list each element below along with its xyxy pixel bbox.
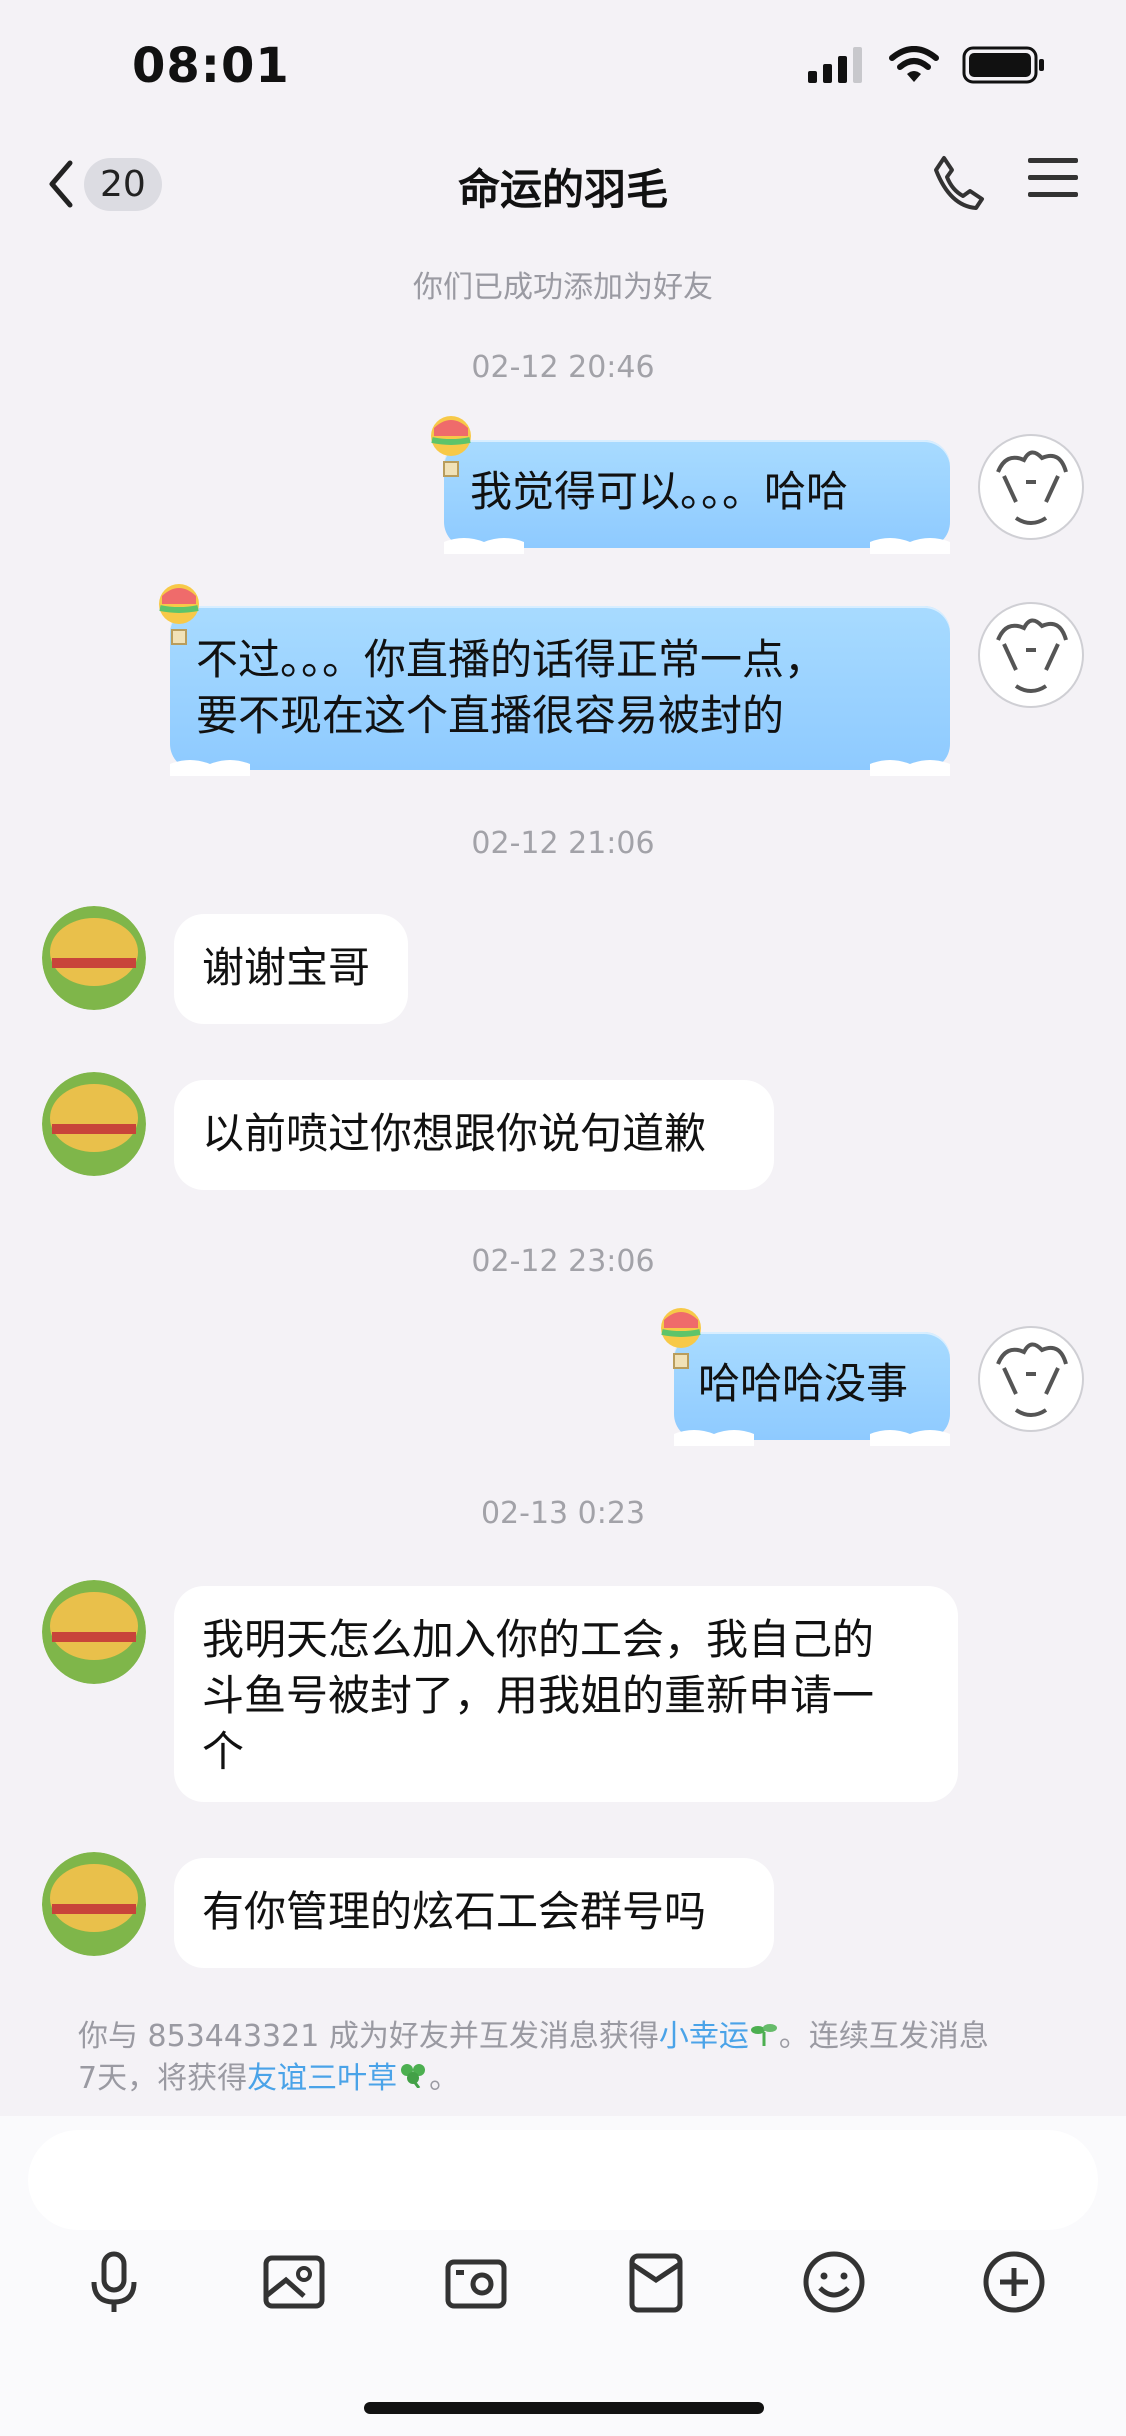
message-bubble-outgoing[interactable]: 哈哈哈没事 (674, 1332, 950, 1446)
timestamp: 02-12 23:06 (471, 1244, 655, 1279)
message-bubble-incoming[interactable]: 我明天怎么加入你的工会，我自己的 斗鱼号被封了，用我姐的重新申请一 个 (174, 1586, 958, 1802)
message-input[interactable] (28, 2130, 1098, 2230)
emoji-icon[interactable] (798, 2246, 870, 2318)
message-text: 以前喷过你想跟你说句道歉 (202, 1109, 707, 1158)
balloon-icon (159, 584, 199, 645)
contact-avatar[interactable] (42, 906, 146, 1010)
cloud-decoration (674, 1430, 950, 1446)
message-bubble-incoming[interactable]: 谢谢宝哥 (174, 914, 408, 1024)
message-text-line: 我明天怎么加入你的工会，我自己的 (202, 1615, 875, 1664)
message-text-line: 不过。。。你直播的话得正常一点， (196, 635, 827, 684)
plus-icon[interactable] (978, 2246, 1050, 2318)
clover-link[interactable]: 友谊三叶草 (247, 2061, 397, 2096)
wifi-icon (889, 46, 939, 82)
timestamp: 02-12 20:46 (471, 350, 655, 385)
my-avatar[interactable] (976, 1324, 1086, 1434)
message-text-line: 斗鱼号被封了，用我姐的重新申请一 (202, 1671, 875, 1720)
contact-avatar[interactable] (42, 1072, 146, 1176)
home-indicator[interactable] (364, 2402, 764, 2414)
menu-icon[interactable] (1028, 156, 1078, 200)
image-icon[interactable] (258, 2246, 330, 2318)
message-bubble-incoming[interactable]: 以前喷过你想跟你说句道歉 (174, 1080, 774, 1190)
camera-icon[interactable] (440, 2246, 512, 2318)
contact-avatar[interactable] (42, 1580, 146, 1684)
cloud-decoration (444, 538, 950, 554)
microphone-icon[interactable] (78, 2246, 150, 2318)
notice-text: 7天，将获得 (78, 2061, 248, 2096)
notice-text: 。 (429, 2061, 460, 2096)
message-bubble-incoming[interactable]: 有你管理的炫石工会群号吗 (174, 1858, 774, 1968)
contact-avatar[interactable] (42, 1852, 146, 1956)
input-toolbar (0, 2246, 1126, 2336)
message-text-line: 要不现在这个直播很容易被封的 (196, 691, 785, 740)
my-avatar[interactable] (976, 432, 1086, 542)
message-text-line: 个 (202, 1727, 245, 1776)
signal-icon (808, 47, 862, 83)
phone-icon[interactable] (930, 152, 986, 212)
message-text: 有你管理的炫石工会群号吗 (202, 1887, 707, 1936)
my-avatar[interactable] (976, 600, 1086, 710)
nav-bar: 20 命运的羽毛 (0, 130, 1126, 240)
message-text: 我觉得可以。。。哈哈 (470, 467, 849, 516)
balloon-icon (661, 1308, 701, 1369)
red-packet-icon[interactable] (620, 2246, 692, 2318)
cloud-decoration (170, 760, 950, 776)
message-text: 谢谢宝哥 (202, 943, 371, 992)
battery-icon (962, 46, 1044, 84)
message-bubble-outgoing[interactable]: 我觉得可以。。。哈哈 (444, 440, 950, 554)
timestamp: 02-12 21:06 (471, 826, 655, 861)
notice-text: 。连续互发消息 (778, 2019, 989, 2054)
clover-icon (401, 2064, 426, 2089)
message-text: 哈哈哈没事 (698, 1359, 909, 1408)
sprout-icon (750, 2024, 777, 2046)
status-bar: 08:01 (0, 0, 1126, 130)
system-message: 你们已成功添加为好友 (413, 270, 713, 305)
status-time: 08:01 (132, 38, 290, 94)
timestamp: 02-13 0:23 (480, 1496, 646, 1531)
status-icons (808, 46, 1046, 84)
lucky-link[interactable]: 小幸运 (659, 2019, 749, 2054)
input-area (0, 2116, 1126, 2436)
message-bubble-outgoing[interactable]: 不过。。。你直播的话得正常一点， 要不现在这个直播很容易被封的 (170, 606, 950, 776)
friendship-notice: 你与 853443321 成为好友并互发消息获得小幸运 。连续互发消息 7天，将获得… (78, 2016, 1058, 2100)
balloon-icon (431, 416, 471, 477)
notice-text: 你与 853443321 成为好友并互发消息获得 (78, 2019, 659, 2054)
